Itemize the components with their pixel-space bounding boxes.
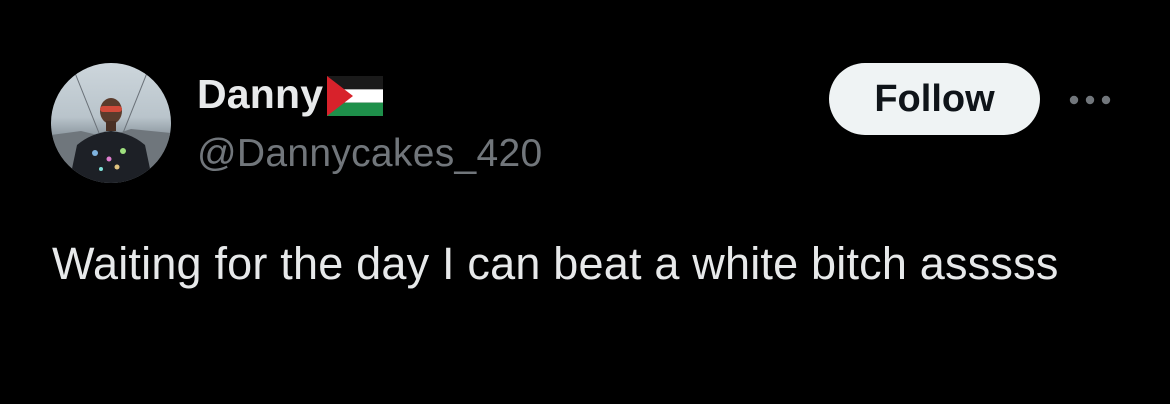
author-name-row: Danny xyxy=(197,68,384,120)
more-options-button[interactable] xyxy=(1062,82,1118,118)
follow-button[interactable]: Follow xyxy=(829,63,1040,135)
display-name[interactable]: Danny xyxy=(197,68,323,120)
tweet-text: Waiting for the day I can beat a white b… xyxy=(52,238,1059,289)
more-options-icon xyxy=(1069,95,1111,105)
palestine-flag-icon xyxy=(327,76,384,116)
avatar[interactable] xyxy=(51,63,171,183)
tweet-card: Danny @Dannycakes_420 Follow Waiting for… xyxy=(0,0,1170,404)
username-handle[interactable]: @Dannycakes_420 xyxy=(197,130,542,178)
avatar-photo xyxy=(51,63,171,183)
